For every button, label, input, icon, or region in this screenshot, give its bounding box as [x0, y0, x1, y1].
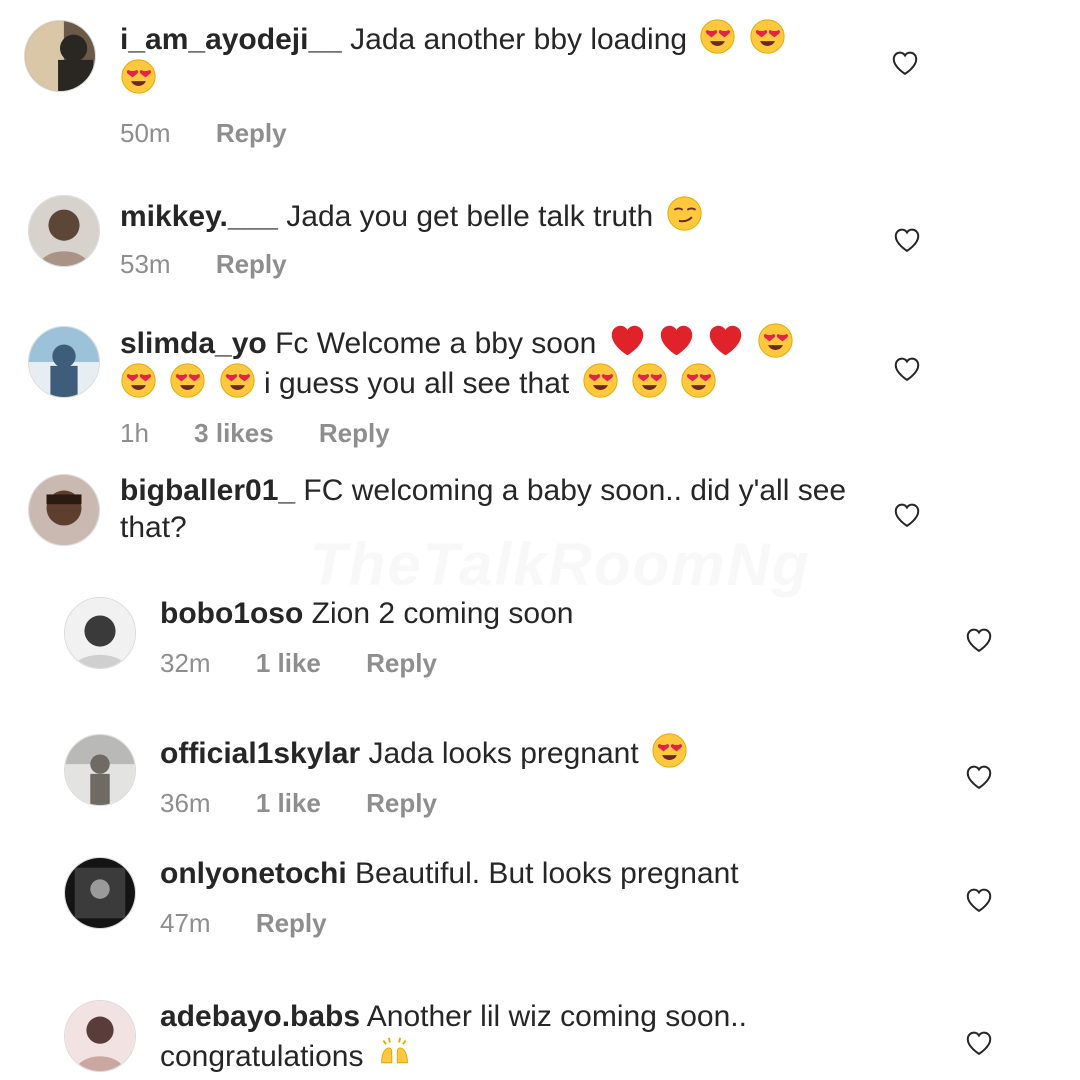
- comment-message: Fc Welcome a bby soon: [275, 327, 597, 360]
- reply-button[interactable]: Reply: [256, 908, 327, 938]
- heart-eyes-emoji-icon: [651, 732, 688, 769]
- comment-time: 36m: [160, 788, 211, 818]
- like-heart-icon[interactable]: [964, 625, 994, 653]
- raising-hands-emoji-icon: [376, 1035, 413, 1072]
- red-heart-emoji-icon: [658, 322, 695, 359]
- comment-message: Jada another bby loading: [350, 23, 688, 56]
- comment-message: Jada looks pregnant: [368, 737, 639, 770]
- likes-count[interactable]: 1 like: [256, 788, 321, 818]
- avatar[interactable]: [64, 734, 136, 806]
- comment-text: bobo1oso Zion 2 coming soon: [160, 595, 880, 632]
- heart-eyes-emoji-icon: [120, 58, 157, 95]
- likes-count[interactable]: 3 likes: [194, 418, 274, 448]
- comment-meta: 47m Reply: [160, 908, 880, 939]
- comment-message-line2: i guess you all see that: [264, 367, 570, 400]
- heart-eyes-emoji-icon: [631, 362, 668, 399]
- comment-username[interactable]: bobo1oso: [160, 597, 303, 630]
- red-heart-emoji-icon: [609, 322, 646, 359]
- comment-username[interactable]: adebayo.babs: [160, 1000, 360, 1033]
- heart-eyes-emoji-icon: [757, 322, 794, 359]
- like-heart-icon[interactable]: [892, 500, 922, 528]
- comment-text: onlyonetochi Beautiful. But looks pregna…: [160, 855, 880, 892]
- comment-meta: 1h 3 likes Reply: [120, 418, 880, 449]
- smirk-emoji-icon: [666, 195, 703, 232]
- avatar[interactable]: [28, 195, 100, 267]
- comment-username[interactable]: bigballer01_: [120, 474, 295, 507]
- avatar[interactable]: [64, 597, 136, 669]
- comment-username[interactable]: mikkey.___: [120, 200, 278, 233]
- like-heart-icon[interactable]: [964, 762, 994, 790]
- comment-body: slimda_yo Fc Welcome a bby soon i guess …: [120, 322, 880, 449]
- comment-username[interactable]: official1skylar: [160, 737, 360, 770]
- comment-meta: 50m Reply: [120, 118, 880, 149]
- comment-username[interactable]: slimda_yo: [120, 327, 267, 360]
- reply-button[interactable]: Reply: [216, 249, 287, 279]
- comment-time: 47m: [160, 908, 211, 938]
- like-heart-icon[interactable]: [892, 225, 922, 253]
- reply-button[interactable]: Reply: [319, 418, 390, 448]
- comment-body: onlyonetochi Beautiful. But looks pregna…: [160, 855, 880, 939]
- avatar[interactable]: [28, 474, 100, 546]
- comment-body: bigballer01_ FC welcoming a baby soon.. …: [120, 472, 880, 546]
- heart-eyes-emoji-icon: [680, 362, 717, 399]
- avatar[interactable]: [64, 1000, 136, 1072]
- avatar[interactable]: [24, 20, 96, 92]
- comment-body: bobo1oso Zion 2 coming soon 32m 1 like R…: [160, 595, 880, 679]
- comment-text: slimda_yo Fc Welcome a bby soon i guess …: [120, 322, 880, 402]
- heart-eyes-emoji-icon: [169, 362, 206, 399]
- like-heart-icon[interactable]: [890, 48, 920, 76]
- comment-body: mikkey.___ Jada you get belle talk truth…: [120, 195, 880, 280]
- heart-eyes-emoji-icon: [699, 18, 736, 55]
- comment-text: adebayo.babs Another lil wiz coming soon…: [160, 998, 880, 1075]
- comment-time: 53m: [120, 249, 171, 279]
- comment-time: 50m: [120, 118, 171, 148]
- avatar[interactable]: [64, 857, 136, 929]
- heart-eyes-emoji-icon: [582, 362, 619, 399]
- comment-message: Jada you get belle talk truth: [286, 200, 654, 233]
- comment-text: bigballer01_ FC welcoming a baby soon.. …: [120, 472, 880, 546]
- heart-eyes-emoji-icon: [219, 362, 256, 399]
- likes-count[interactable]: 1 like: [256, 648, 321, 678]
- reply-button[interactable]: Reply: [216, 118, 287, 148]
- reply-button[interactable]: Reply: [366, 788, 437, 818]
- comment-username[interactable]: i_am_ayodeji__: [120, 23, 342, 56]
- comment-text: i_am_ayodeji__ Jada another bby loading: [120, 18, 880, 98]
- comment-message: Zion 2 coming soon: [311, 597, 574, 630]
- like-heart-icon[interactable]: [892, 354, 922, 382]
- red-heart-emoji-icon: [707, 322, 744, 359]
- comment-body: official1skylar Jada looks pregnant 36m …: [160, 732, 880, 819]
- comment-text: mikkey.___ Jada you get belle talk truth: [120, 195, 880, 235]
- comment-meta: 53m Reply: [120, 249, 880, 280]
- heart-eyes-emoji-icon: [749, 18, 786, 55]
- comment-meta: 36m 1 like Reply: [160, 788, 880, 819]
- heart-eyes-emoji-icon: [120, 362, 157, 399]
- comment-message: Another lil wiz coming soon..: [366, 1000, 747, 1033]
- comment-body: adebayo.babs Another lil wiz coming soon…: [160, 998, 880, 1075]
- comment-message-line2: congratulations: [160, 1040, 364, 1073]
- comment-body: i_am_ayodeji__ Jada another bby loading …: [120, 18, 880, 149]
- comment-username[interactable]: onlyonetochi: [160, 857, 347, 890]
- comment-time: 32m: [160, 648, 211, 678]
- comment-message: Beautiful. But looks pregnant: [355, 857, 739, 890]
- reply-button[interactable]: Reply: [366, 648, 437, 678]
- like-heart-icon[interactable]: [964, 885, 994, 913]
- comment-time: 1h: [120, 418, 149, 448]
- comment-text: official1skylar Jada looks pregnant: [160, 732, 880, 772]
- like-heart-icon[interactable]: [964, 1028, 994, 1056]
- comment-meta: 32m 1 like Reply: [160, 648, 880, 679]
- avatar[interactable]: [28, 326, 100, 398]
